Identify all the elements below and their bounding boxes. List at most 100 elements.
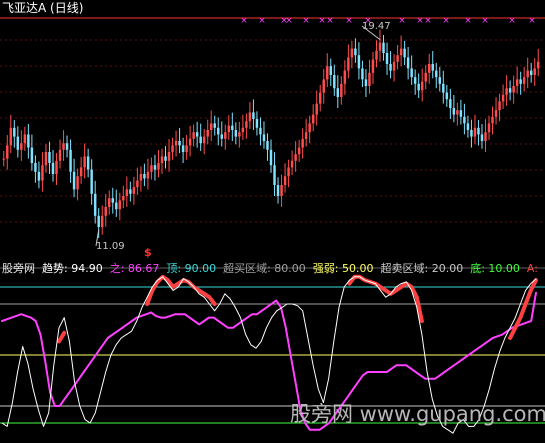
candle-body: [459, 110, 463, 117]
candle-body: [333, 75, 336, 89]
signal-marker: ×: [508, 16, 516, 26]
candle-body: [343, 70, 347, 84]
legend-item: 超卖区域: 20.00: [380, 262, 464, 275]
candle-body: [273, 165, 276, 185]
candle-body: [132, 187, 136, 194]
legend-item: 底: 10.00: [470, 262, 520, 275]
candle-body: [153, 165, 157, 170]
candle-body: [115, 202, 118, 210]
signal-marker: ×: [424, 16, 432, 26]
candle-body: [234, 130, 238, 137]
candle-body: [93, 193, 97, 216]
candle-body: [417, 83, 420, 91]
candle-body: [326, 66, 329, 80]
candle-body: [435, 70, 438, 78]
candle-body: [111, 198, 114, 203]
candle-body: [209, 123, 213, 130]
candle-body: [174, 141, 178, 146]
candle-body: [350, 48, 354, 58]
candle-body: [164, 156, 167, 161]
candle-body: [301, 138, 304, 148]
signal-marker: ×: [318, 16, 326, 26]
candle-body: [428, 64, 431, 73]
candle-body: [6, 145, 9, 159]
candle-body: [248, 112, 252, 122]
candle-body: [108, 198, 111, 207]
legend-item: 超买区域: 80.00: [223, 262, 306, 275]
price-panel: × × ×× × × × × × × × × × × × × ×: [0, 16, 545, 247]
candle-body: [185, 145, 188, 152]
candle-body: [389, 64, 392, 71]
candle-body: [65, 143, 69, 150]
signal-marker: ×: [258, 16, 266, 26]
legend-item: 之: 86.67: [109, 262, 160, 275]
legend-item: 股旁网: [2, 262, 35, 275]
candle-body: [463, 116, 466, 124]
candle-body: [2, 158, 5, 160]
candle-body: [413, 77, 417, 84]
candle-body: [431, 64, 434, 71]
indicator-legend: 股旁网 趋势: 94.90 之: 86.67 顶: 90.00 超买区域: 80.00 强…: [2, 262, 538, 275]
candle-body: [266, 141, 269, 150]
candle-body: [241, 127, 245, 133]
candle-body: [294, 154, 297, 161]
signal-marker: ×: [398, 16, 406, 26]
candle-body: [220, 134, 224, 139]
candle-body: [287, 167, 290, 177]
signal-glyph: $: [144, 246, 152, 259]
signal-marker: ×: [345, 16, 353, 26]
candle-body: [217, 127, 220, 135]
candle-body: [213, 123, 216, 128]
candle-body: [501, 94, 505, 102]
candle-body: [146, 171, 150, 179]
candle-body: [129, 189, 132, 194]
candle-body: [276, 185, 280, 196]
candle-body: [466, 123, 470, 130]
signal-marker: ×: [464, 16, 472, 26]
candle-body: [125, 189, 129, 196]
candle-body: [515, 79, 519, 86]
candle-body: [371, 59, 375, 73]
candle-body: [227, 125, 231, 133]
candle-body: [329, 66, 333, 75]
candle-body: [259, 127, 262, 135]
candle-body: [13, 127, 16, 137]
candle-body: [238, 132, 241, 137]
candle-body: [171, 145, 174, 152]
candle-body: [522, 77, 526, 84]
candle-body: [438, 77, 442, 84]
chart-canvas: × × ×× × × × × × × × × × × × × ×: [0, 16, 545, 434]
candle-body: [410, 68, 413, 78]
candle-body: [280, 185, 283, 196]
candle-body: [188, 138, 192, 146]
candle-body: [424, 72, 427, 82]
signal-marker: ×: [326, 16, 334, 26]
candle-body: [167, 152, 171, 161]
candle-body: [41, 165, 44, 181]
candle-body: [519, 79, 522, 84]
candle-body: [20, 143, 23, 150]
candle-body: [34, 163, 37, 172]
candle-body: [192, 132, 195, 139]
candle-body: [406, 57, 410, 69]
candle-body: [382, 42, 385, 53]
candle-body: [322, 79, 325, 93]
candle-body: [529, 70, 533, 75]
chart-title: 飞亚达A (日线): [2, 1, 84, 15]
candle-body: [100, 215, 104, 228]
low-price-label: 11.09: [96, 241, 125, 252]
candle-body: [491, 116, 494, 124]
candle-body: [375, 50, 378, 60]
candle-body: [255, 119, 259, 128]
candle-body: [136, 180, 139, 188]
candle-body: [44, 152, 48, 166]
candle-body: [206, 130, 209, 137]
candle-body: [269, 149, 273, 166]
candle-body: [315, 103, 318, 115]
candle-body: [508, 88, 512, 93]
candle-body: [76, 176, 79, 190]
candle-body: [378, 42, 382, 51]
candle-body: [79, 167, 83, 177]
candle-body: [392, 61, 396, 71]
candle-body: [48, 152, 51, 163]
